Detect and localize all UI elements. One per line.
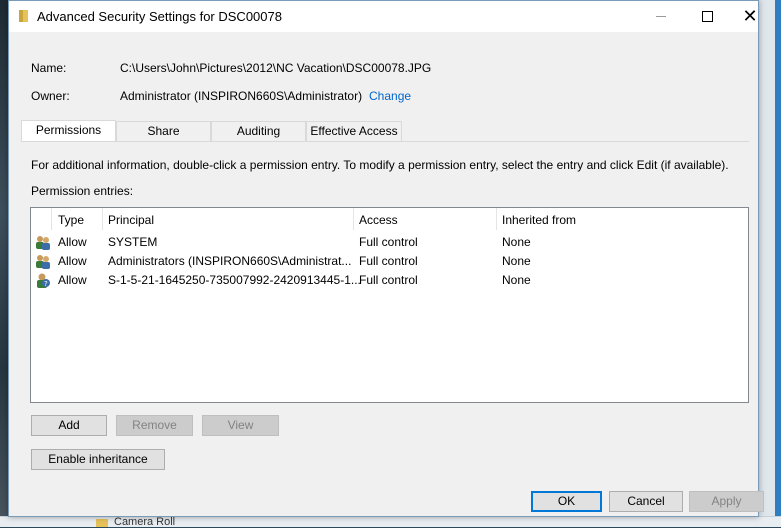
row-inherited-from: None (502, 254, 531, 268)
info-text: For additional information, double-click… (31, 158, 729, 172)
tab-permissions[interactable]: Permissions (21, 120, 116, 142)
table-row[interactable]: Allow SYSTEM Full control None (31, 233, 748, 252)
minimize-button[interactable] (638, 1, 684, 32)
row-principal: S-1-5-21-1645250-735007992-2420913445-1.… (108, 273, 361, 287)
advanced-security-dialog: Advanced Security Settings for DSC00078 … (8, 0, 764, 517)
add-button[interactable]: Add (31, 415, 107, 436)
row-inherited-from: None (502, 235, 531, 249)
ok-button[interactable]: OK (531, 491, 602, 512)
row-access: Full control (359, 235, 418, 249)
column-separator (102, 208, 103, 230)
users-icon (36, 236, 50, 250)
row-type: Allow (58, 254, 87, 268)
column-separator (353, 208, 354, 230)
owner-value: Administrator (INSPIRON660S\Administrato… (120, 89, 363, 103)
minimize-icon (656, 16, 666, 17)
column-header-type[interactable]: Type (58, 211, 84, 231)
tab-effective-access[interactable]: Effective Access (306, 121, 402, 141)
window-title: Advanced Security Settings for DSC00078 (37, 9, 282, 24)
cancel-button[interactable]: Cancel (609, 491, 683, 512)
permission-entries-list[interactable]: Type Principal Access Inherited from All… (30, 207, 749, 403)
remove-button[interactable]: Remove (116, 415, 193, 436)
owner-label: Owner: (31, 89, 70, 103)
permissions-panel: For additional information, double-click… (21, 141, 749, 502)
maximize-button[interactable] (684, 1, 730, 32)
row-access: Full control (359, 254, 418, 268)
row-principal: Administrators (INSPIRON660S\Administrat… (108, 254, 352, 268)
maximize-icon (701, 11, 713, 22)
table-row[interactable]: Allow Administrators (INSPIRON660S\Admin… (31, 252, 748, 271)
folder-icon (19, 10, 28, 22)
tab-share[interactable]: Share (116, 121, 211, 141)
row-principal: SYSTEM (108, 235, 158, 249)
row-access: Full control (359, 273, 418, 287)
permission-entries-label: Permission entries: (31, 184, 134, 198)
view-button[interactable]: View (202, 415, 279, 436)
column-separator (51, 208, 52, 230)
column-separator (496, 208, 497, 230)
column-header-principal[interactable]: Principal (108, 211, 154, 231)
name-label: Name: (31, 61, 67, 75)
name-value: C:\Users\John\Pictures\2012\NC Vacation\… (120, 61, 432, 75)
explorer-background-bottom: Camera Roll (0, 516, 781, 528)
title-bar[interactable]: Advanced Security Settings for DSC00078 … (9, 1, 758, 32)
change-owner-link[interactable]: Change (369, 89, 411, 103)
table-row[interactable]: ? Allow S-1-5-21-1645250-735007992-24209… (31, 271, 748, 290)
tab-auditing[interactable]: Auditing (211, 121, 306, 141)
folder-icon (96, 519, 108, 527)
column-header-inherited-from[interactable]: Inherited from (502, 211, 576, 231)
unknown-user-icon: ? (37, 273, 50, 288)
apply-button[interactable]: Apply (689, 491, 764, 512)
row-inherited-from: None (502, 273, 531, 287)
explorer-item-label: Camera Roll (114, 516, 176, 528)
enable-inheritance-button[interactable]: Enable inheritance (31, 449, 165, 470)
column-header-access[interactable]: Access (359, 211, 398, 231)
row-type: Allow (58, 235, 87, 249)
desktop-background-left (0, 0, 8, 527)
users-icon (36, 255, 50, 269)
row-type: Allow (58, 273, 87, 287)
close-icon: ✕ (742, 5, 758, 27)
close-button[interactable]: ✕ (727, 1, 773, 32)
svg-text:?: ? (44, 280, 48, 288)
